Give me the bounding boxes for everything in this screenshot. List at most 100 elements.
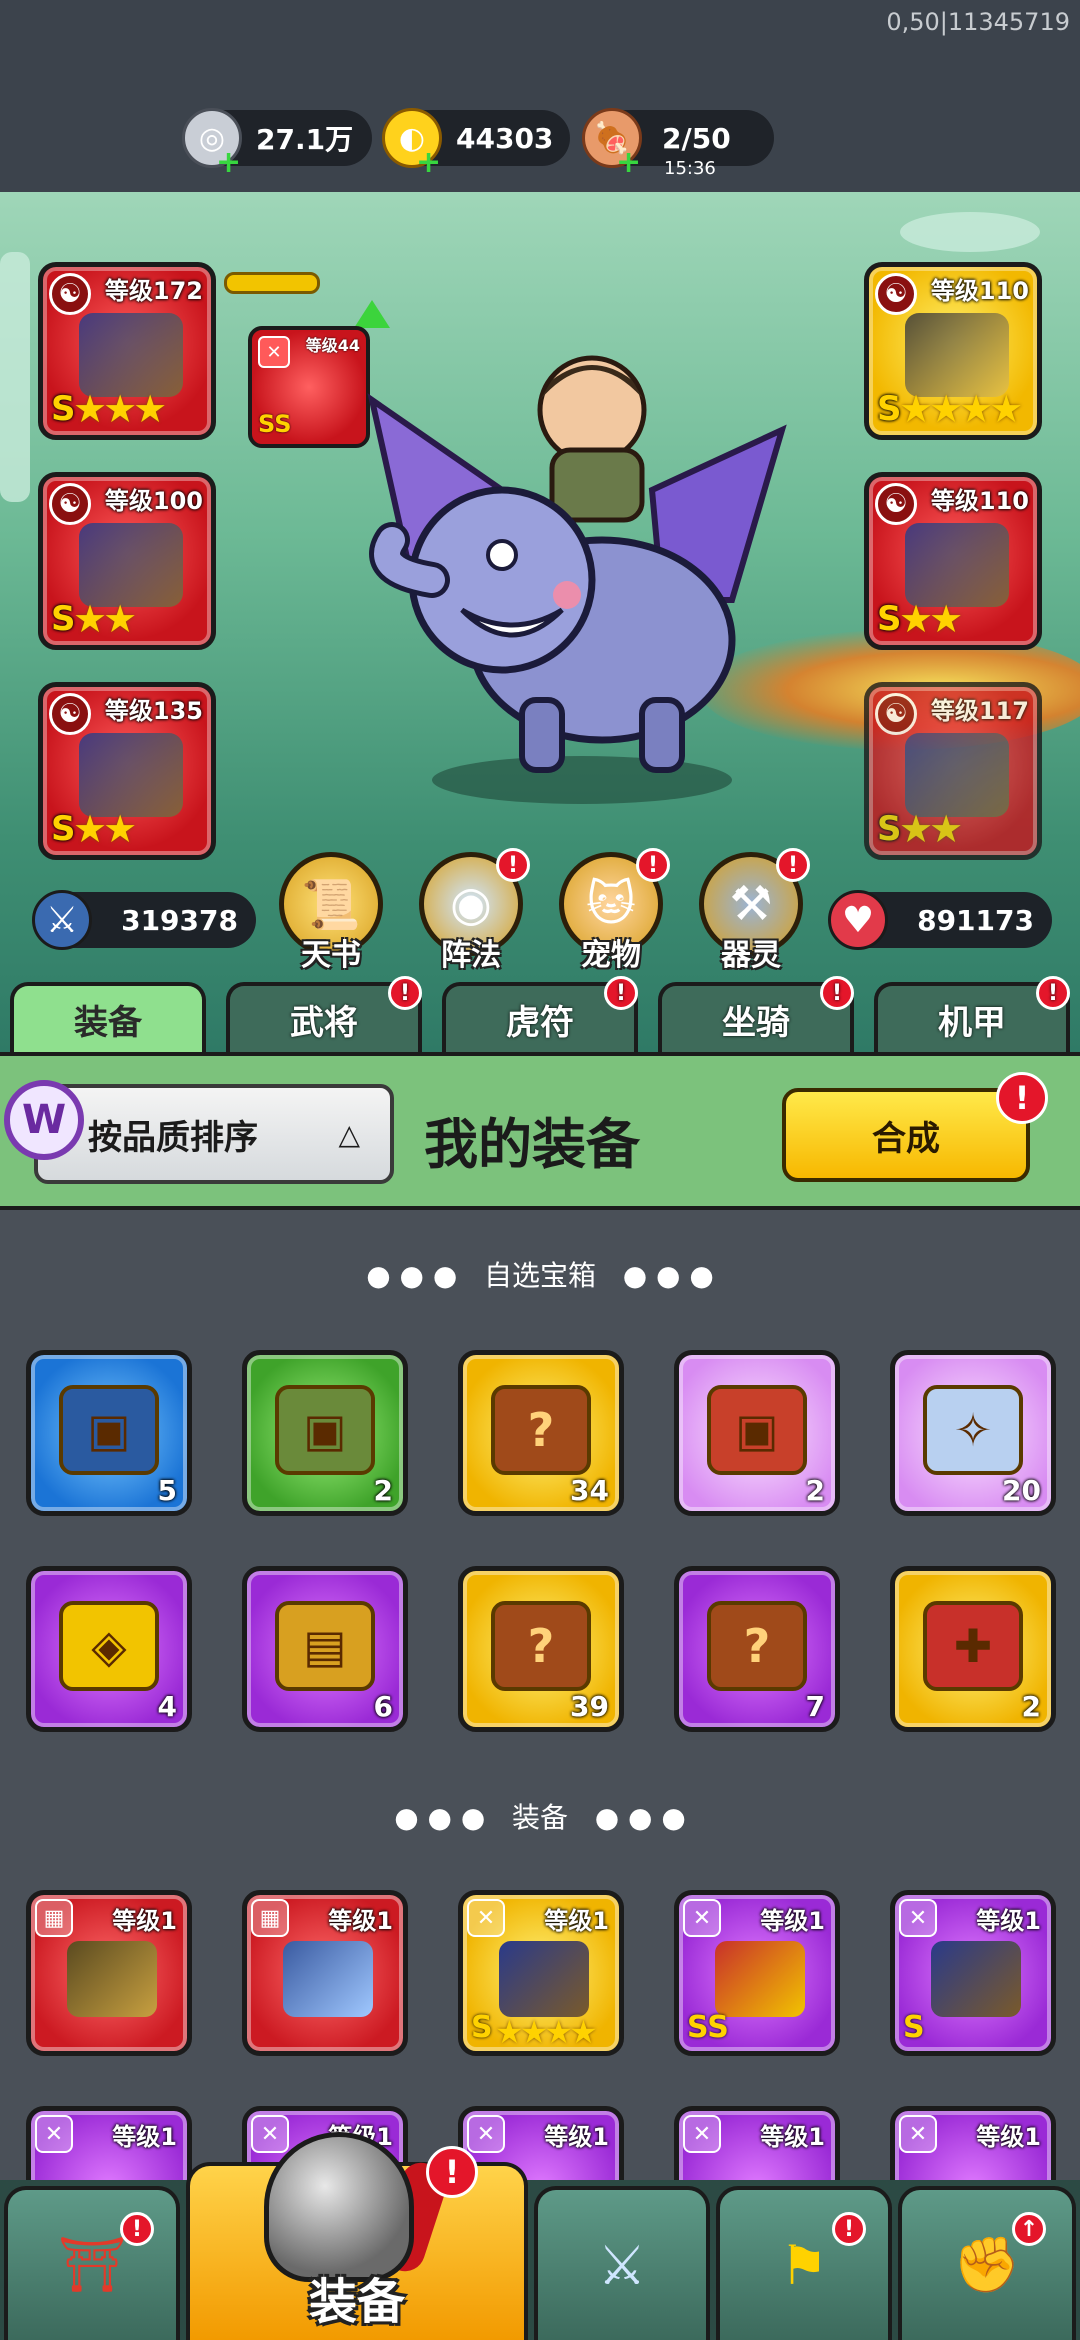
item-count: 7: [805, 1690, 825, 1723]
chest-item[interactable]: ? 39: [458, 1566, 624, 1732]
yinyang-icon: ☯: [49, 693, 91, 735]
feature-label: 天书: [301, 938, 361, 973]
mystery-chest-icon: ?: [491, 1601, 591, 1691]
item-count: 6: [373, 1690, 393, 1723]
tab-equipment[interactable]: 装备: [10, 982, 206, 1052]
slot-grade: S: [51, 389, 76, 429]
tab-generals[interactable]: 武将 !: [226, 976, 422, 1052]
equip-slot-right-1[interactable]: ☯ 等级110 S ★★★★: [864, 262, 1042, 440]
sword-type-icon: ✕: [683, 2115, 721, 2153]
chest-item[interactable]: ✧ 20: [890, 1350, 1056, 1516]
chest-item[interactable]: ▣ 5: [26, 1350, 192, 1516]
alert-badge: ↑: [1012, 2212, 1046, 2246]
nav-equipment[interactable]: ! 装备: [186, 2132, 528, 2340]
slot-level: 等级135: [104, 697, 203, 725]
fairy-icon: ✧: [923, 1385, 1023, 1475]
item-level: 等级1: [976, 2123, 1041, 2151]
chest-item[interactable]: ▣ 2: [674, 1350, 840, 1516]
item-level: 等级1: [112, 1907, 177, 1935]
armor-icon: [905, 313, 1009, 397]
chest-icon: ▣: [707, 1385, 807, 1475]
equip-slot-left-1[interactable]: ☯ 等级172 S ★★★: [38, 262, 216, 440]
chest-item[interactable]: ✚ 2: [890, 1566, 1056, 1732]
feature-label: 宠物: [581, 938, 641, 973]
hero-character[interactable]: [352, 340, 792, 810]
section-title-text: 自选宝箱: [483, 1259, 596, 1292]
slot-level: 等级110: [930, 487, 1029, 515]
sword-type-icon: ✕: [899, 2115, 937, 2153]
feature-label: 器灵: [721, 938, 781, 973]
feature-label: 阵法: [441, 938, 501, 973]
equipment-item[interactable]: ▦ 等级1: [242, 1890, 408, 2056]
nav-shop[interactable]: ⛩ !: [4, 2186, 180, 2340]
yinyang-icon: ☯: [875, 483, 917, 525]
chest-item[interactable]: ? 34: [458, 1350, 624, 1516]
chest-item[interactable]: ◈ 4: [26, 1566, 192, 1732]
helmet-icon: [79, 733, 183, 817]
slot-grade: S: [51, 599, 76, 639]
nav-flags[interactable]: ⚑ !: [716, 2186, 892, 2340]
equipment-item[interactable]: ✕ 等级1 S: [890, 1890, 1056, 2056]
nav-upgrade[interactable]: ✊ ↑: [898, 2186, 1076, 2340]
hero-shadow: [432, 756, 732, 804]
slot-stars: ★★: [899, 597, 963, 641]
yinyang-icon: ☯: [49, 273, 91, 315]
chest-item[interactable]: ▤ 6: [242, 1566, 408, 1732]
add-silver-icon[interactable]: +: [216, 145, 241, 180]
feature-formation[interactable]: ◉ 阵法 !: [416, 848, 530, 974]
add-gold-icon[interactable]: +: [416, 145, 441, 180]
heart-icon: ♥: [828, 890, 888, 950]
item-level: 等级1: [544, 2123, 609, 2151]
sword-type-icon: ✕: [251, 2115, 289, 2153]
chest-item[interactable]: ▣ 2: [242, 1350, 408, 1516]
feature-pet[interactable]: 🐱 宠物 !: [556, 848, 670, 974]
item-count: 20: [1002, 1474, 1041, 1507]
add-stamina-icon[interactable]: +: [616, 145, 641, 180]
slot-level: 等级110: [930, 277, 1029, 305]
slot-stars: ★★★: [73, 387, 167, 431]
sword-icon: ⚔: [32, 890, 92, 950]
equipment-item[interactable]: ✕ 等级1 SS: [674, 1890, 840, 2056]
flag-stars-icon: ⚑: [779, 2233, 829, 2297]
feature-book[interactable]: 📜 天书: [276, 852, 386, 974]
equipment-item[interactable]: ✕ 等级1 S ★★★★: [458, 1890, 624, 2056]
sword-type-icon: ✕: [35, 2115, 73, 2153]
chest-item[interactable]: ? 7: [674, 1566, 840, 1732]
nav-battle[interactable]: ⚔: [534, 2186, 710, 2340]
compose-label: 合成: [872, 1118, 940, 1159]
item-count: 2: [373, 1474, 393, 1507]
sword-icon: ✕: [258, 336, 290, 368]
alert-badge: !: [820, 976, 854, 1010]
gold-resource[interactable]: ◐ 44303 +: [382, 108, 570, 180]
tab-label: 机甲: [938, 1002, 1006, 1043]
boots-icon: [905, 523, 1009, 607]
alert-badge: !: [426, 2146, 478, 2198]
equip-slot-right-3[interactable]: ☯ 等级117 S ★★: [864, 682, 1042, 860]
cloud-decoration: [900, 212, 1040, 252]
elephant-blush: [553, 581, 581, 609]
upgrade-fist-icon: ✊: [953, 2233, 1021, 2296]
chest-icon: ▣: [59, 1385, 159, 1475]
item-grade: SS: [687, 2010, 729, 2045]
slot-grade: S: [51, 809, 76, 849]
slot-grade: S: [877, 809, 902, 849]
equip-slot-left-3[interactable]: ☯ 等级135 S ★★: [38, 682, 216, 860]
alert-badge: !: [636, 848, 670, 882]
sort-quality-button[interactable]: 按品质排序 △: [34, 1084, 394, 1184]
equip-slot-right-2[interactable]: ☯ 等级110 S ★★: [864, 472, 1042, 650]
silver-resource[interactable]: ◎ 27.1万 +: [182, 108, 372, 180]
tab-mounts[interactable]: 坐骑 !: [658, 976, 854, 1052]
equipment-item[interactable]: ▦ 等级1: [26, 1890, 192, 2056]
slot-level: 等级117: [930, 697, 1029, 725]
alert-badge: !: [496, 848, 530, 882]
equip-slot-left-2[interactable]: ☯ 等级100 S ★★: [38, 472, 216, 650]
alert-badge: !: [776, 848, 810, 882]
elephant-leg-1: [519, 697, 565, 773]
equipment-toolbar: 按品质排序 △ W 我的装备 合成 !: [0, 1052, 1080, 1210]
feature-spirit[interactable]: ⚒ 器灵 !: [696, 848, 810, 974]
compose-button[interactable]: 合成: [782, 1088, 1030, 1182]
tab-tally[interactable]: 虎符 !: [442, 976, 638, 1052]
item-level: 等级1: [760, 2123, 825, 2151]
slot-stars: ★★★★: [899, 387, 1023, 431]
tab-mecha[interactable]: 机甲 !: [874, 976, 1070, 1052]
